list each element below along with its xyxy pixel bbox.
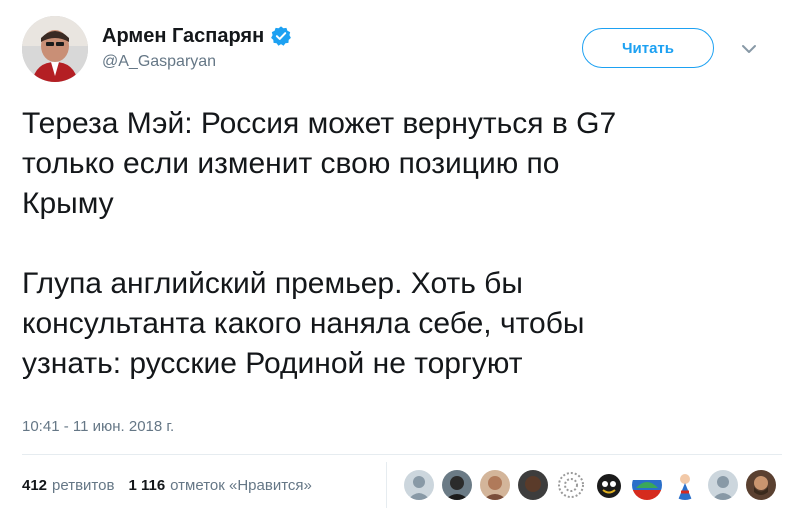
tweet-timestamp[interactable]: 10:41 - 11 июн. 2018 г. bbox=[22, 418, 174, 435]
likes-stat[interactable]: 1 116 отметок «Нравится» bbox=[128, 477, 311, 494]
author-display-name[interactable]: Армен Гаспарян bbox=[102, 24, 264, 48]
liker-avatar[interactable] bbox=[518, 470, 548, 500]
tweet-text-line: Крыму bbox=[22, 187, 114, 220]
liker-avatar[interactable] bbox=[670, 470, 700, 500]
tweet-text-line: узнать: русские Родиной не торгуют bbox=[22, 347, 523, 380]
follow-button[interactable]: Читать bbox=[582, 28, 714, 68]
author-name-block: Армен Гаспарян @A_Gasparyan bbox=[102, 24, 292, 72]
stats-divider bbox=[386, 462, 387, 508]
tweet-text: Тереза Мэй: Россия может вернуться в G7 … bbox=[22, 104, 782, 384]
tweet-text-line: Тереза Мэй: Россия может вернуться в G7 bbox=[22, 107, 617, 140]
liker-avatar[interactable] bbox=[404, 470, 434, 500]
tweet-text-line: только если изменит свою позицию по bbox=[22, 147, 560, 180]
verified-badge-icon bbox=[271, 26, 292, 46]
liker-avatar[interactable] bbox=[708, 470, 738, 500]
liker-avatar[interactable] bbox=[442, 470, 472, 500]
liker-avatar[interactable] bbox=[556, 470, 586, 500]
tweet-text-line: Глупа английский премьер. Хоть бы bbox=[22, 267, 523, 300]
liker-avatar[interactable] bbox=[594, 470, 624, 500]
divider-top bbox=[22, 454, 782, 455]
liker-avatars bbox=[404, 470, 784, 500]
chevron-down-icon[interactable] bbox=[738, 38, 760, 60]
retweets-stat[interactable]: 412 ретвитов bbox=[22, 477, 114, 494]
author-avatar[interactable] bbox=[22, 16, 88, 82]
liker-avatar[interactable] bbox=[632, 470, 662, 500]
liker-avatar[interactable] bbox=[746, 470, 776, 500]
author-handle[interactable]: @A_Gasparyan bbox=[102, 52, 292, 72]
tweet-text-line: консультанта какого наняла себе, чтобы bbox=[22, 307, 585, 340]
likes-label: отметок «Нравится» bbox=[170, 476, 312, 494]
retweets-label: ретвитов bbox=[52, 476, 115, 494]
tweet-header: Армен Гаспарян @A_Gasparyan Читать bbox=[22, 16, 782, 86]
retweets-count: 412 bbox=[22, 476, 48, 494]
author-avatar-image bbox=[22, 16, 88, 82]
tweet-stats: 412 ретвитов 1 116 отметок «Нравится» bbox=[22, 470, 326, 500]
liker-avatar[interactable] bbox=[480, 470, 510, 500]
likes-count: 1 116 bbox=[128, 476, 166, 494]
